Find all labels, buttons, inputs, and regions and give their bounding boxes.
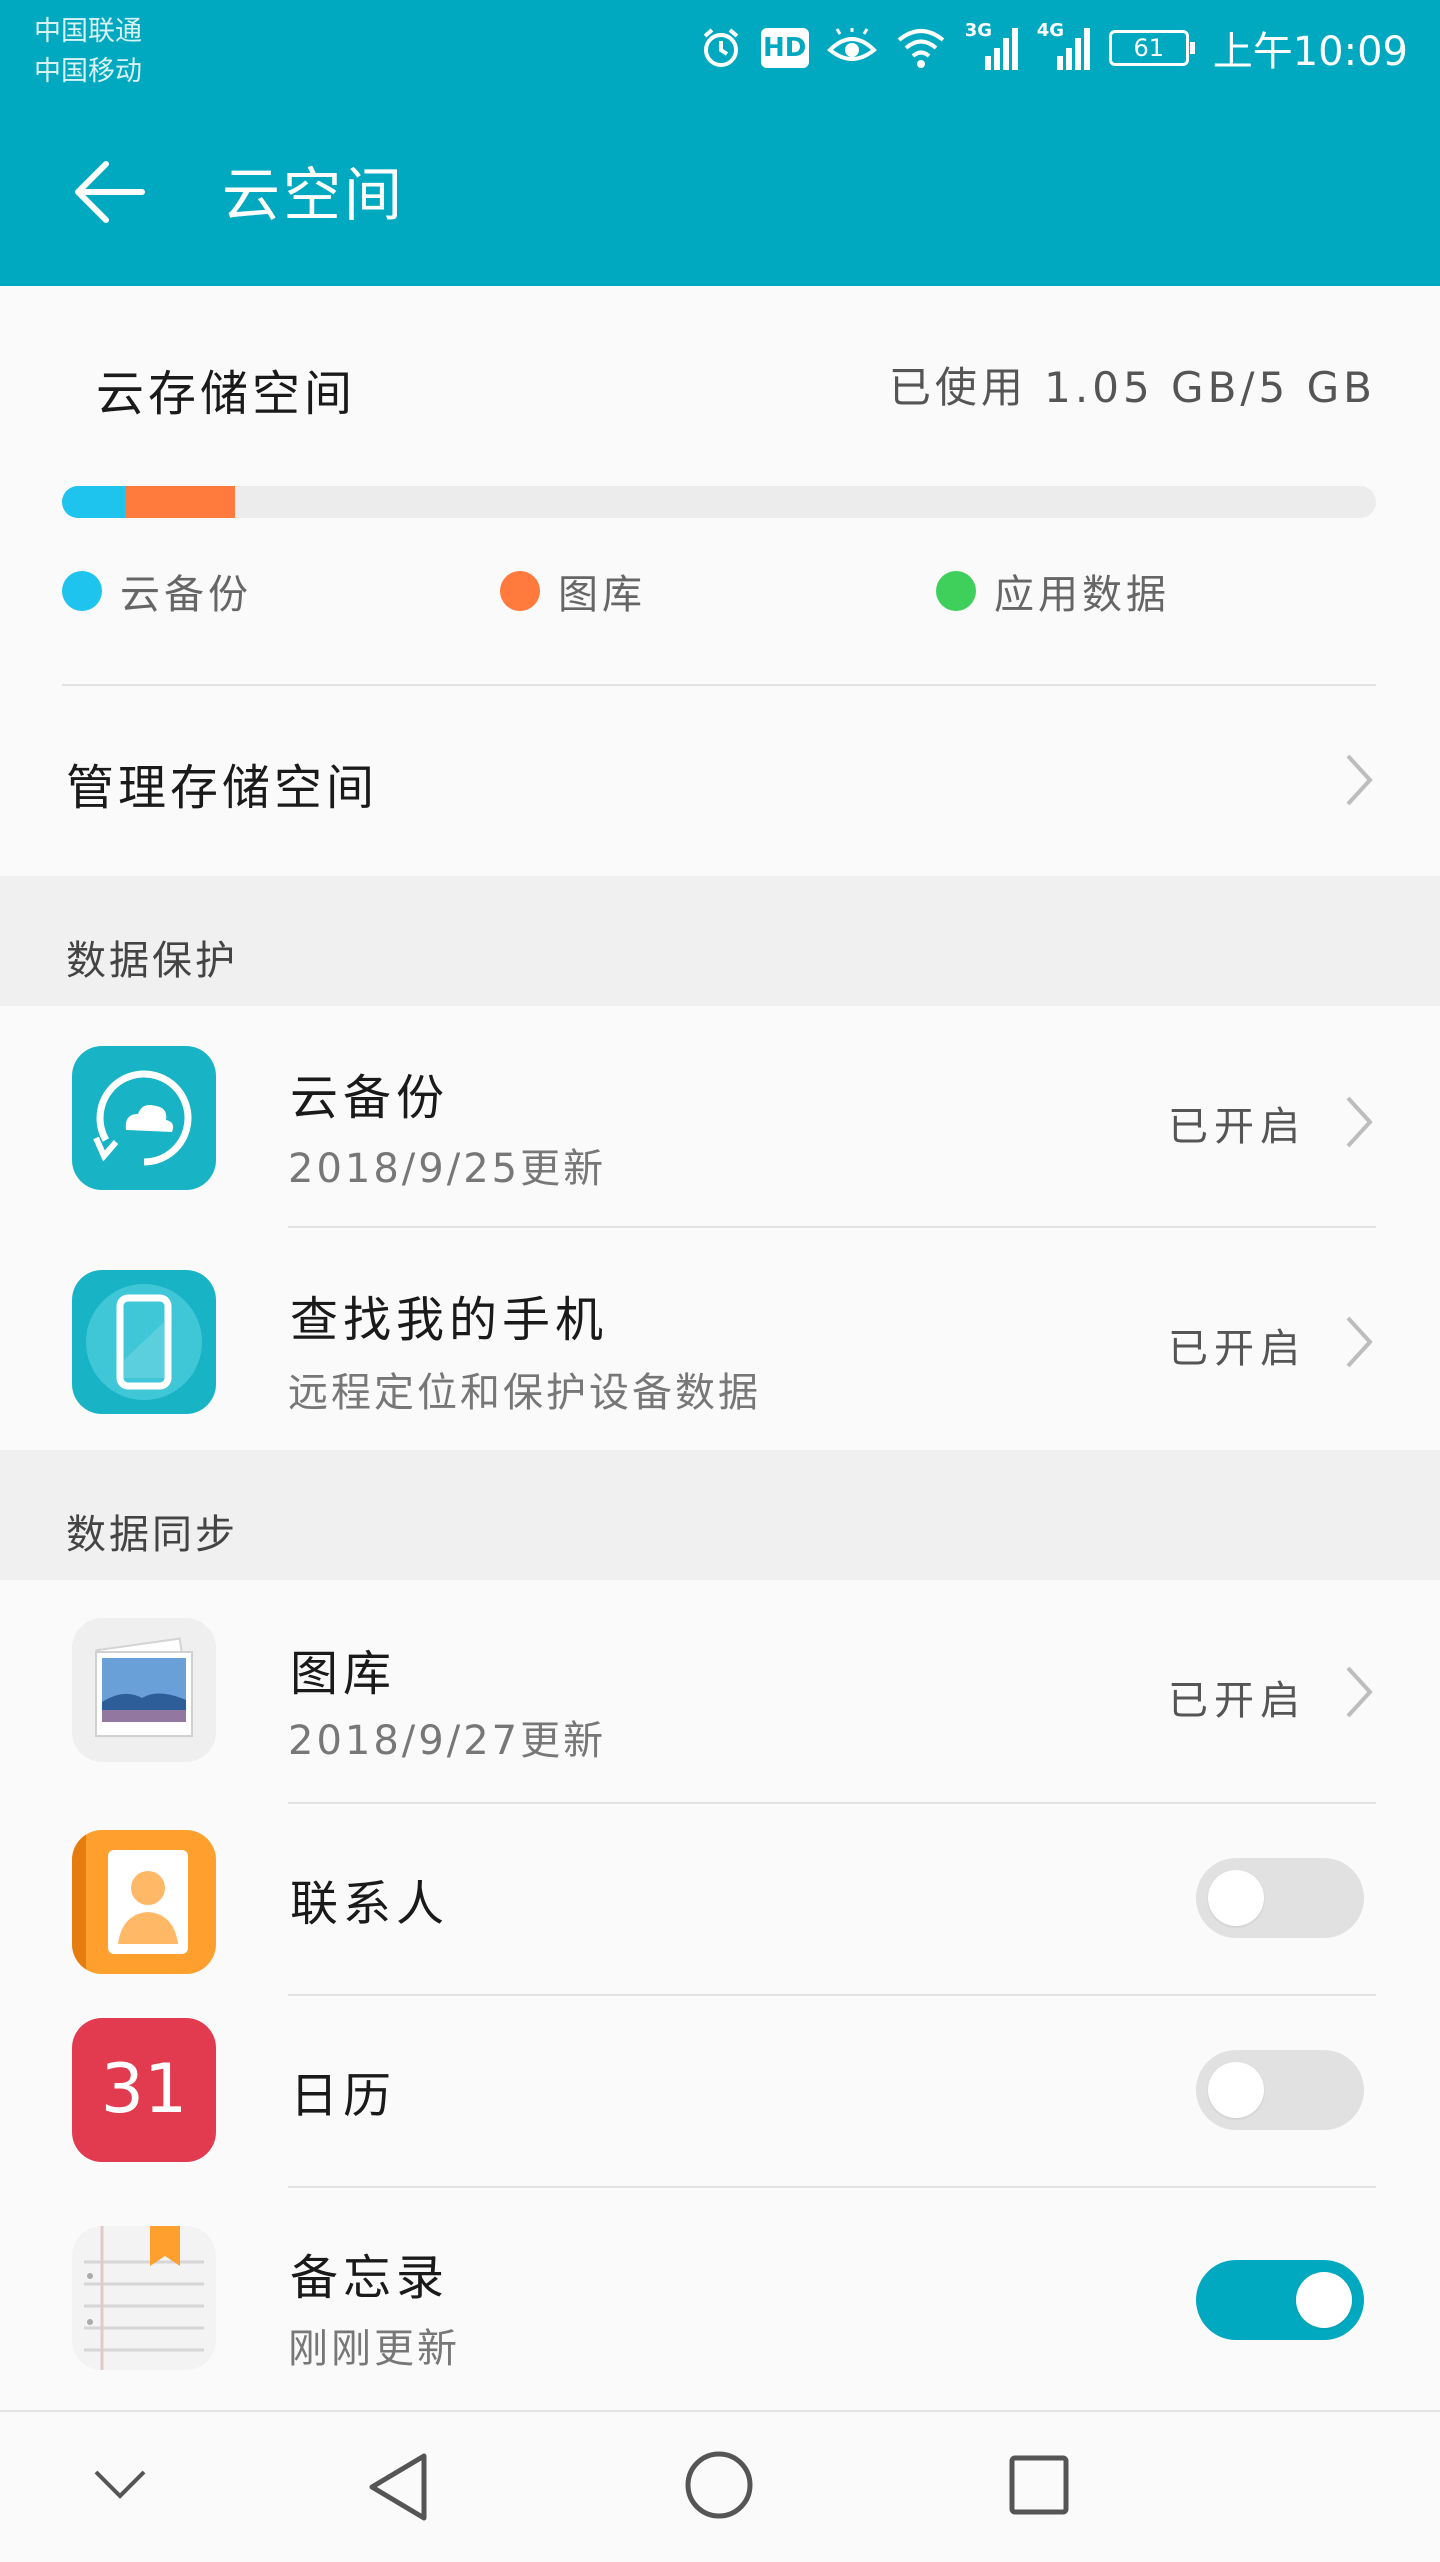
legend-dot-cloud-backup bbox=[62, 571, 102, 611]
storage-card: 云存储空间 已使用 1.05 GB/5 GB 云备份 图库 应用数据 管理存储空… bbox=[0, 286, 1440, 876]
manage-storage-label: 管理存储空间 bbox=[66, 760, 379, 816]
gallery-icon bbox=[72, 1618, 216, 1762]
chevron-right-icon bbox=[1346, 1666, 1373, 1718]
toggle-knob bbox=[1208, 1870, 1264, 1926]
contacts-icon bbox=[72, 1830, 216, 1974]
notes-icon bbox=[72, 2226, 216, 2370]
toggle-knob bbox=[1296, 2272, 1352, 2328]
status-time: 上午10:09 bbox=[1212, 29, 1408, 75]
back-button[interactable] bbox=[70, 152, 150, 232]
section-header-data-sync: 数据同步 bbox=[0, 1450, 1440, 1580]
carrier-2: 中国移动 bbox=[34, 56, 142, 87]
list-item-contacts: 联系人 bbox=[0, 1804, 1440, 1996]
chevron-right-icon bbox=[1346, 1316, 1373, 1368]
section-title-data-protection: 数据保护 bbox=[66, 938, 238, 984]
page-title: 云空间 bbox=[222, 161, 406, 229]
item-title: 备忘录 bbox=[290, 2250, 450, 2306]
storage-used: 已使用 1.05 GB/5 GB bbox=[888, 363, 1376, 412]
calendar-toggle[interactable] bbox=[1196, 2050, 1364, 2130]
legend-label-app-data: 应用数据 bbox=[994, 572, 1170, 618]
chevron-right-icon bbox=[1346, 754, 1373, 806]
item-subtitle: 刚刚更新 bbox=[288, 2326, 460, 2372]
eye-comfort-icon bbox=[826, 28, 877, 61]
legend-dot-gallery bbox=[500, 571, 540, 611]
item-subtitle: 远程定位和保护设备数据 bbox=[288, 1370, 761, 1416]
legend-label-cloud-backup: 云备份 bbox=[120, 572, 252, 618]
calendar-day: 31 bbox=[100, 2050, 188, 2129]
calendar-icon: 31 bbox=[72, 2018, 216, 2162]
battery-icon: 61 bbox=[1108, 30, 1195, 66]
find-phone-icon bbox=[72, 1270, 216, 1414]
hd-icon: HD bbox=[760, 28, 809, 68]
back-triangle-icon[interactable] bbox=[366, 2452, 430, 2522]
list-item-cloud-backup[interactable]: 云备份 2018/9/25更新 已开启 bbox=[0, 1006, 1440, 1228]
alarm-icon bbox=[703, 28, 739, 67]
progress-segment-gallery bbox=[125, 486, 236, 518]
list-item-notes: 备忘录 刚刚更新 bbox=[0, 2188, 1440, 2410]
cloud-backup-icon bbox=[72, 1046, 216, 1190]
item-title: 日历 bbox=[290, 2068, 397, 2124]
battery-level: 61 bbox=[1133, 34, 1164, 62]
legend-gallery: 图库 bbox=[500, 562, 646, 620]
item-subtitle: 2018/9/25更新 bbox=[288, 1146, 607, 1192]
item-state: 已开启 bbox=[1168, 1326, 1306, 1372]
chevron-down-icon[interactable] bbox=[92, 2466, 148, 2502]
item-state: 已开启 bbox=[1168, 1104, 1306, 1150]
manage-storage-row[interactable]: 管理存储空间 bbox=[0, 686, 1440, 876]
item-state: 已开启 bbox=[1168, 1678, 1306, 1724]
legend-label-gallery: 图库 bbox=[558, 572, 646, 618]
item-title: 图库 bbox=[290, 1646, 397, 1702]
list-item-gallery[interactable]: 图库 2018/9/27更新 已开启 bbox=[0, 1580, 1440, 1804]
toggle-knob bbox=[1208, 2062, 1264, 2118]
status-bar: 中国联通 中国移动 HD 3G 4G 61 上午10:09 bbox=[0, 0, 1440, 100]
legend-app-data: 应用数据 bbox=[936, 562, 1170, 620]
navigation-bar bbox=[0, 2410, 1440, 2562]
legend-dot-app-data bbox=[936, 571, 976, 611]
chevron-right-icon bbox=[1346, 1096, 1373, 1148]
item-title: 联系人 bbox=[290, 1876, 450, 1932]
section-title-data-sync: 数据同步 bbox=[66, 1512, 238, 1558]
signal-icon-1: 3G bbox=[965, 20, 1019, 72]
home-circle-icon[interactable] bbox=[684, 2450, 754, 2520]
carrier-1: 中国联通 bbox=[34, 16, 142, 47]
item-subtitle: 2018/9/27更新 bbox=[288, 1718, 607, 1764]
storage-progress-bar bbox=[62, 486, 1376, 518]
signal-icon-2: 4G bbox=[1037, 20, 1091, 72]
wifi-icon bbox=[897, 29, 944, 68]
list-item-find-my-phone[interactable]: 查找我的手机 远程定位和保护设备数据 已开启 bbox=[0, 1228, 1440, 1450]
recents-square-icon[interactable] bbox=[1008, 2454, 1070, 2516]
storage-title: 云存储空间 bbox=[96, 366, 357, 422]
legend-cloud-backup: 云备份 bbox=[62, 562, 252, 620]
arrow-left-icon bbox=[75, 161, 145, 223]
carrier-info: 中国联通 中国移动 bbox=[34, 12, 142, 92]
notes-toggle[interactable] bbox=[1196, 2260, 1364, 2340]
section-header-data-protection: 数据保护 bbox=[0, 876, 1440, 1006]
item-title: 查找我的手机 bbox=[290, 1292, 609, 1348]
contacts-toggle[interactable] bbox=[1196, 1858, 1364, 1938]
item-title: 云备份 bbox=[290, 1070, 450, 1126]
status-icons: HD 3G 4G 61 上午10:09 bbox=[699, 20, 1408, 75]
list-item-calendar: 31 日历 bbox=[0, 1996, 1440, 2188]
progress-segment-cloud-backup bbox=[62, 486, 126, 518]
app-bar: 云空间 bbox=[0, 100, 1440, 286]
